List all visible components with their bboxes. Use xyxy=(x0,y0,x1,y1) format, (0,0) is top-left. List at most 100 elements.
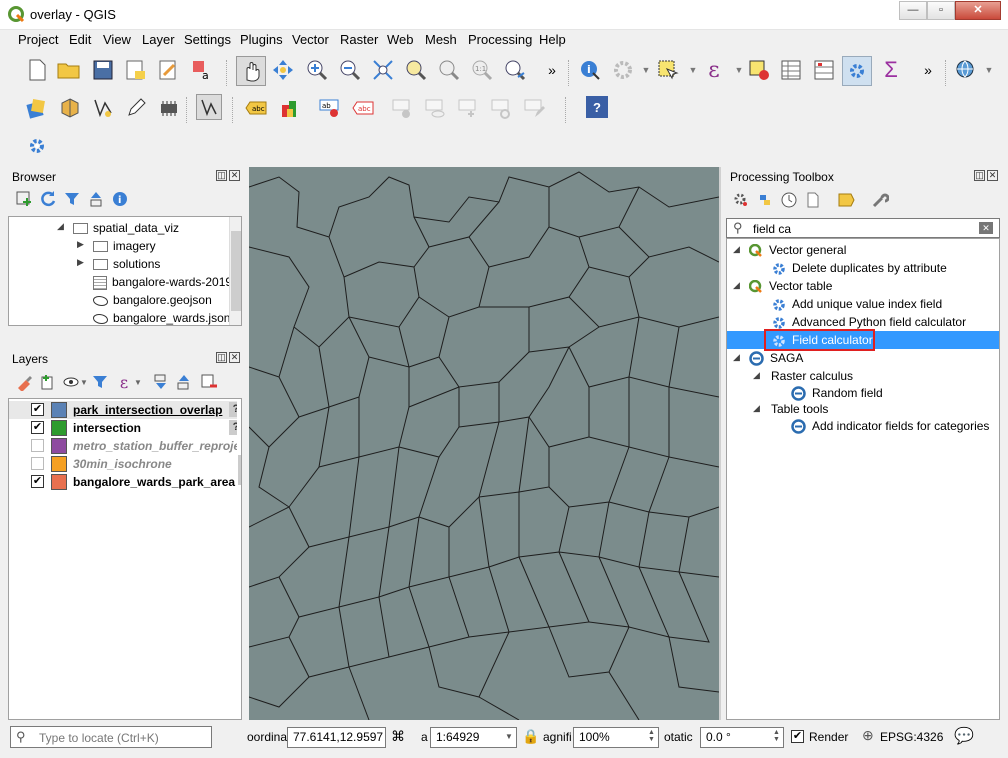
dropdown-arrow-icon[interactable]: ▼ xyxy=(505,732,513,741)
browser-item-bangalore-wards-json[interactable]: bangalore_wards.json xyxy=(93,309,230,325)
close-icon[interactable]: ✕ xyxy=(229,170,240,181)
layer-checkbox[interactable] xyxy=(31,457,44,470)
zoom-in-icon[interactable] xyxy=(305,58,329,82)
menu-settings[interactable]: Settings xyxy=(184,32,231,47)
browser-item-spatial-data-viz[interactable]: spatial_data_viz xyxy=(73,219,179,237)
toolbox-group-raster-calculus[interactable]: Raster calculus xyxy=(771,367,853,385)
menu-web[interactable]: Web xyxy=(387,32,414,47)
mesh-digitize-icon[interactable] xyxy=(196,94,222,120)
collapse-all-icon[interactable] xyxy=(86,189,106,209)
crs-label[interactable]: EPSG:4326 xyxy=(880,730,943,744)
processing-toolbox-icon[interactable] xyxy=(842,56,872,86)
collapse-arrow-icon[interactable]: ▶ xyxy=(77,257,84,268)
float-icon[interactable]: ◫ xyxy=(216,170,227,181)
locator-search-input[interactable]: ⚲ Type to locate (Ctrl+K) xyxy=(10,726,212,748)
menu-help[interactable]: Help xyxy=(539,32,566,47)
float-icon[interactable]: ◫ xyxy=(974,170,985,181)
edit-pencil-icon[interactable] xyxy=(124,96,148,120)
dropdown-arrow-icon[interactable]: ▼ xyxy=(634,58,658,82)
identify-features-icon[interactable]: i xyxy=(578,58,602,82)
menu-raster[interactable]: Raster xyxy=(340,32,378,47)
deselect-all-icon[interactable] xyxy=(747,58,771,82)
zoom-native-icon[interactable]: 1:1 xyxy=(470,58,494,82)
select-by-expression-icon[interactable]: ε xyxy=(702,58,726,83)
messages-icon[interactable]: 💬 xyxy=(954,726,974,746)
crs-globe-icon[interactable]: ⊕ xyxy=(862,727,874,744)
data-source-manager-icon[interactable] xyxy=(25,96,49,120)
pan-to-selection-icon[interactable] xyxy=(271,58,295,82)
new-geopackage-layer-icon[interactable] xyxy=(58,96,82,120)
dropdown-arrow-icon[interactable]: ▼ xyxy=(977,58,1001,82)
zoom-out-icon[interactable] xyxy=(338,58,362,82)
menu-layer[interactable]: Layer xyxy=(142,32,175,47)
history-icon[interactable] xyxy=(779,190,799,210)
models-icon[interactable] xyxy=(731,190,751,210)
toggle-extents-icon[interactable]: ⌘ xyxy=(391,728,405,745)
processing-gear-icon[interactable] xyxy=(25,134,49,158)
layer-row-bangalore-wards-park-area[interactable]: ✔ bangalore_wards_park_area xyxy=(9,473,237,491)
layer-checkbox[interactable]: ✔ xyxy=(31,421,44,434)
run-feature-action-icon[interactable] xyxy=(611,58,635,82)
maximize-button[interactable]: ▫ xyxy=(927,1,955,20)
browser-item-solutions[interactable]: solutions xyxy=(93,255,160,273)
close-icon[interactable]: ✕ xyxy=(229,352,240,363)
attribute-table-icon[interactable] xyxy=(779,58,803,82)
info-icon[interactable]: i xyxy=(110,189,130,209)
lock-scale-icon[interactable]: 🔒 xyxy=(522,728,539,745)
browser-scrollbar[interactable] xyxy=(229,217,241,325)
select-features-icon[interactable] xyxy=(656,58,680,82)
expand-arrow-icon[interactable]: ◢ xyxy=(753,403,760,414)
spin-arrows-icon[interactable]: ▲ ▼ xyxy=(648,729,655,743)
new-print-layout-icon[interactable] xyxy=(124,58,148,82)
browser-item-imagery[interactable]: imagery xyxy=(93,237,156,255)
layer-checkbox[interactable]: ✔ xyxy=(31,403,44,416)
menu-vector[interactable]: Vector xyxy=(292,32,329,47)
refresh-icon[interactable] xyxy=(38,189,58,209)
warning-question-icon[interactable]: ? xyxy=(229,420,237,435)
magnifier-field[interactable]: 100% xyxy=(573,727,659,748)
move-label-icon[interactable] xyxy=(390,96,414,120)
style-panel-icon[interactable] xyxy=(14,372,34,392)
toolbox-group-vector-table[interactable]: Vector table xyxy=(748,277,832,295)
toolbox-item-add-unique-value-index[interactable]: Add unique value index field xyxy=(771,295,942,313)
menu-plugins[interactable]: Plugins xyxy=(240,32,283,47)
zoom-to-layer-icon[interactable] xyxy=(437,58,461,82)
toolbox-group-saga[interactable]: SAGA xyxy=(749,349,803,367)
layer-checkbox[interactable]: ✔ xyxy=(31,475,44,488)
browser-item-wards-2019[interactable]: bangalore-wards-2019 xyxy=(93,273,232,291)
rotation-field[interactable]: 0.0 ° xyxy=(700,727,784,748)
minimize-button[interactable]: — xyxy=(899,1,927,20)
scroll-thumb[interactable] xyxy=(231,231,241,311)
label-toolbar-icon[interactable]: abc xyxy=(244,96,268,120)
layer-row-metro-station-buffer[interactable]: metro_station_buffer_reproje xyxy=(9,437,237,455)
rotate-label-icon[interactable] xyxy=(489,96,513,120)
pin-labels-icon[interactable]: ab xyxy=(318,96,342,120)
change-label-visibility-icon[interactable] xyxy=(423,96,447,120)
zoom-last-icon[interactable] xyxy=(503,58,527,82)
expand-all-icon[interactable] xyxy=(151,372,171,392)
python-scripts-icon[interactable] xyxy=(755,190,775,210)
expand-arrow-icon[interactable]: ◢ xyxy=(57,221,64,232)
render-checkbox[interactable]: ✔ xyxy=(791,730,804,743)
map-splitter[interactable] xyxy=(719,167,721,720)
coordinate-field[interactable]: 77.6141,12.9597 xyxy=(287,727,386,748)
toolbox-group-vector-general[interactable]: Vector general xyxy=(748,241,846,259)
toolbox-group-table-tools[interactable]: Table tools xyxy=(771,400,828,418)
digitize-vertex-icon[interactable] xyxy=(91,96,115,120)
expand-arrow-icon[interactable]: ◢ xyxy=(733,352,740,363)
warning-question-icon[interactable]: ? xyxy=(229,402,237,417)
filter-by-expression-icon[interactable]: ε xyxy=(114,372,134,392)
collapse-all-icon[interactable] xyxy=(174,372,194,392)
float-icon[interactable]: ◫ xyxy=(216,352,227,363)
add-selected-layers-icon[interactable] xyxy=(14,189,34,209)
zoom-to-selection-icon[interactable] xyxy=(404,58,428,82)
style-manager-icon[interactable]: a xyxy=(190,58,214,82)
clear-search-icon[interactable]: ✕ xyxy=(979,222,993,234)
zoom-full-icon[interactable] xyxy=(371,58,395,82)
sum-icon[interactable]: Σ xyxy=(879,57,903,82)
open-project-icon[interactable] xyxy=(57,58,81,82)
change-label-icon[interactable] xyxy=(522,96,546,120)
statistical-summary-icon[interactable] xyxy=(812,58,836,82)
dropdown-arrow-icon[interactable]: ▼ xyxy=(132,372,144,392)
layers-scrollbar[interactable] xyxy=(238,455,241,485)
